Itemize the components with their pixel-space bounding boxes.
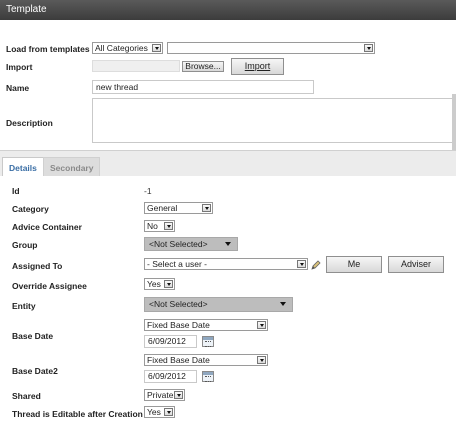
id-label: Id: [12, 186, 20, 196]
chevron-down-icon: [297, 260, 306, 268]
load-templates-label: Load from templates: [6, 44, 90, 54]
editable-after-creation-label: Thread is Editable after Creation: [12, 409, 143, 419]
template-select[interactable]: [167, 42, 375, 54]
chevron-down-icon: [257, 321, 266, 329]
base-date2-label: Base Date2: [12, 366, 58, 376]
chevron-down-icon: [202, 204, 211, 212]
base-date2-type-value: Fixed Base Date: [147, 355, 210, 365]
assigned-to-value: - Select a user -: [147, 259, 207, 269]
template-category-value: All Categories: [95, 43, 148, 53]
base-date2-type-select[interactable]: Fixed Base Date: [144, 354, 268, 366]
category-value: General: [147, 203, 178, 213]
assigned-to-select[interactable]: - Select a user -: [144, 258, 308, 270]
shared-label: Shared: [12, 391, 41, 401]
advice-container-label: Advice Container: [12, 222, 82, 232]
advice-container-select[interactable]: No: [144, 220, 175, 232]
name-field[interactable]: new thread: [92, 80, 314, 94]
entity-select[interactable]: <Not Selected>: [144, 297, 293, 312]
group-select[interactable]: <Not Selected>: [144, 237, 238, 251]
base-date-type-value: Fixed Base Date: [147, 320, 210, 330]
id-value: -1: [144, 186, 152, 196]
override-assignee-select[interactable]: Yes: [144, 278, 175, 290]
chevron-down-icon: [164, 280, 173, 288]
chevron-down-icon: [174, 391, 183, 399]
chevron-down-icon: [152, 44, 161, 52]
calendar-icon[interactable]: [202, 336, 214, 347]
override-assignee-value: Yes: [147, 279, 161, 289]
chevron-down-icon: [164, 408, 173, 416]
window-title: Template: [0, 0, 456, 20]
description-label: Description: [6, 118, 53, 128]
adviser-button[interactable]: Adviser: [388, 256, 444, 273]
tab-bar: Details Secondary: [0, 150, 456, 177]
name-label: Name: [6, 83, 30, 93]
editable-after-creation-select[interactable]: Yes: [144, 406, 175, 418]
calendar-icon[interactable]: [202, 371, 214, 382]
base-date-field[interactable]: 6/09/2012: [144, 335, 197, 348]
category-label: Category: [12, 204, 49, 214]
import-label: Import: [6, 62, 33, 72]
template-category-select[interactable]: All Categories: [92, 42, 163, 54]
me-button[interactable]: Me: [326, 256, 382, 273]
category-select[interactable]: General: [144, 202, 213, 214]
tab-secondary[interactable]: Secondary: [43, 157, 101, 177]
pencil-icon[interactable]: [310, 259, 322, 271]
editable-after-creation-value: Yes: [147, 407, 161, 417]
chevron-down-icon: [364, 44, 373, 52]
import-button[interactable]: Import: [231, 58, 284, 75]
group-label: Group: [12, 240, 38, 250]
base-date-label: Base Date: [12, 331, 54, 341]
advice-container-value: No: [147, 221, 158, 231]
chevron-down-icon: [257, 356, 266, 364]
import-file-field[interactable]: [92, 60, 180, 72]
base-date2-field[interactable]: 6/09/2012: [144, 370, 197, 383]
shared-value: Private: [147, 390, 174, 400]
description-scrollbar[interactable]: [452, 94, 456, 150]
description-field[interactable]: [92, 98, 456, 143]
assigned-to-label: Assigned To: [12, 261, 63, 271]
shared-select[interactable]: Private: [144, 389, 185, 401]
browse-button[interactable]: Browse...: [182, 61, 224, 72]
base-date-type-select[interactable]: Fixed Base Date: [144, 319, 268, 331]
override-assignee-label: Override Assignee: [12, 281, 87, 291]
tab-details[interactable]: Details: [2, 157, 44, 177]
entity-label: Entity: [12, 301, 36, 311]
chevron-down-icon: [164, 222, 173, 230]
